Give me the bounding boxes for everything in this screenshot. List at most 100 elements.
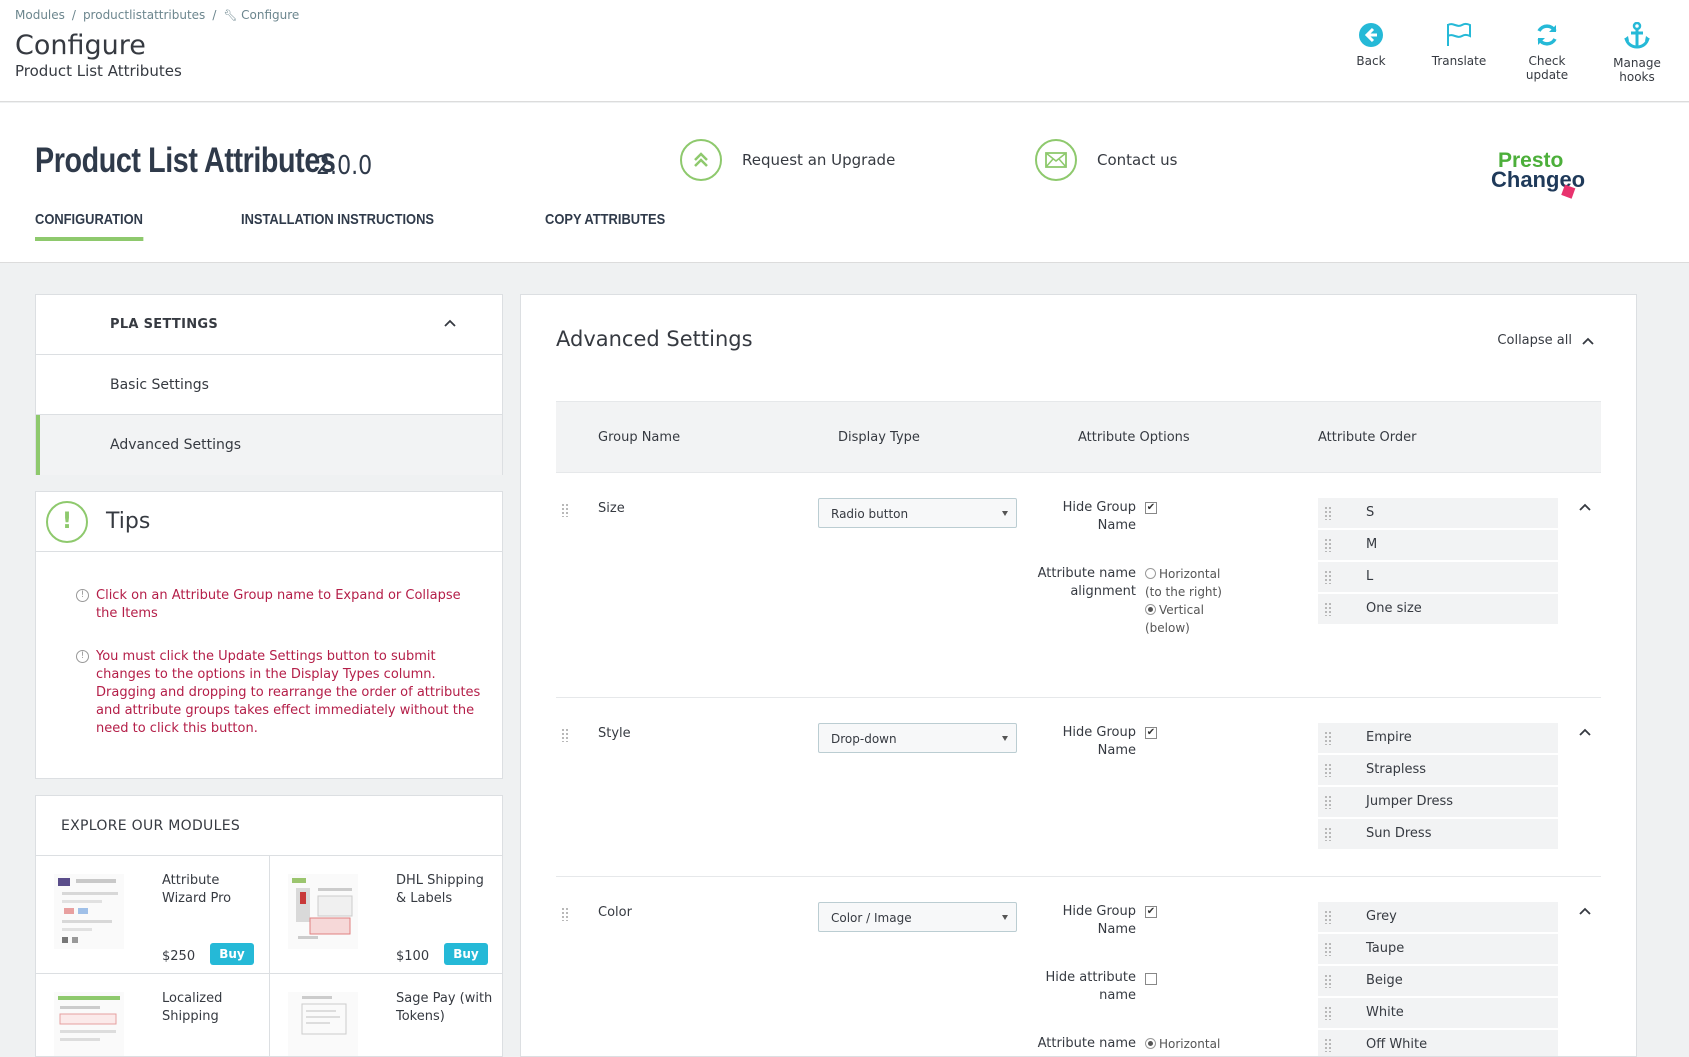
drag-handle-icon[interactable]	[1324, 910, 1332, 924]
collapse-all-button[interactable]: Collapse all	[1497, 333, 1594, 348]
drag-handle-icon[interactable]	[1324, 1006, 1332, 1020]
list-item[interactable]: M	[1318, 530, 1558, 560]
hide-group-name-label: Hide Group Name	[1062, 904, 1136, 937]
drag-handle-icon[interactable]	[1324, 1038, 1332, 1052]
page-title: Configure	[15, 30, 146, 61]
group-name[interactable]: Style	[598, 726, 631, 741]
breadcrumb-modules[interactable]: Modules	[15, 8, 65, 22]
sidebar-item-basic-settings[interactable]: Basic Settings	[36, 355, 502, 415]
attribute-label: Taupe	[1366, 941, 1405, 956]
module-tabs: CONFIGURATION INSTALLATION INSTRUCTIONS …	[35, 211, 765, 241]
attribute-label: L	[1366, 569, 1374, 584]
list-item[interactable]: L	[1318, 562, 1558, 592]
radio-icon	[1145, 1038, 1156, 1049]
attribute-label: S	[1366, 505, 1375, 520]
hide-group-name-checkbox[interactable]: ✔	[1145, 502, 1157, 514]
buy-button[interactable]: Buy	[444, 943, 488, 965]
list-item[interactable]: Off White	[1318, 1030, 1558, 1056]
drag-handle-icon[interactable]	[1324, 974, 1332, 988]
sidebar-item-advanced-settings[interactable]: Advanced Settings	[36, 415, 502, 475]
drag-handle-icon[interactable]	[1324, 602, 1332, 616]
module-card[interactable]: DHL Shipping & Labels $100 Buy	[270, 856, 502, 974]
attribute-label: Strapless	[1366, 762, 1427, 777]
vertical-radio[interactable]: Vertical	[1145, 601, 1235, 619]
display-type-select[interactable]: Drop-down	[818, 723, 1017, 753]
attribute-label: Off White	[1366, 1037, 1428, 1052]
breadcrumb-configure: Configure	[241, 8, 300, 22]
advanced-settings-panel: Advanced Settings Collapse all Group Nam…	[520, 294, 1637, 1057]
horizontal-label: Horizontal	[1159, 1037, 1221, 1051]
drag-handle-icon[interactable]	[1324, 795, 1332, 809]
module-price: $100	[396, 949, 430, 964]
chevron-up-icon[interactable]	[1579, 728, 1591, 736]
back-label: Back	[1356, 54, 1386, 68]
check-update-button[interactable]: Check update	[1507, 22, 1587, 84]
list-item[interactable]: Jumper Dress	[1318, 787, 1558, 817]
drag-handle-icon[interactable]	[1324, 570, 1332, 584]
tab-installation-instructions[interactable]: INSTALLATION INSTRUCTIONS	[241, 211, 434, 241]
list-item[interactable]: Beige	[1318, 966, 1558, 996]
display-type-select[interactable]: Color / Image	[818, 902, 1017, 932]
sidebar-item-label: Basic Settings	[110, 376, 209, 393]
list-item[interactable]: Taupe	[1318, 934, 1558, 964]
list-item[interactable]: S	[1318, 498, 1558, 528]
drag-handle-icon[interactable]	[1324, 731, 1332, 745]
chevron-up-icon[interactable]	[1579, 907, 1591, 915]
horizontal-radio[interactable]: Horizontal	[1145, 565, 1235, 583]
module-card[interactable]: Sage Pay (with Tokens)	[270, 974, 502, 1056]
hide-group-name-label: Hide Group Name	[1062, 500, 1136, 533]
manage-hooks-button[interactable]: Manage hooks	[1595, 22, 1679, 84]
module-card[interactable]: Attribute Wizard Pro $250 Buy	[36, 856, 270, 974]
module-thumbnail	[288, 874, 358, 949]
alignment-options: Horizontal	[1145, 1035, 1235, 1053]
pla-settings-header[interactable]: PLA SETTINGS	[36, 295, 502, 355]
chevron-up-icon	[1582, 337, 1594, 345]
list-item[interactable]: White	[1318, 998, 1558, 1028]
request-upgrade-label: Request an Upgrade	[742, 151, 896, 169]
contact-us-link[interactable]: Contact us	[1035, 139, 1177, 181]
drag-handle-icon[interactable]	[561, 907, 569, 921]
module-name: Attribute Wizard Pro	[162, 873, 232, 906]
request-upgrade-link[interactable]: Request an Upgrade	[680, 139, 895, 181]
hide-attribute-name-checkbox[interactable]	[1145, 973, 1157, 985]
translate-button[interactable]: Translate	[1419, 22, 1499, 84]
module-name: DHL Shipping & Labels	[396, 873, 484, 906]
group-name[interactable]: Size	[598, 501, 625, 516]
module-card[interactable]: Localized Shipping	[36, 974, 270, 1056]
display-type-select[interactable]: Radio button	[818, 498, 1017, 528]
module-price: $250	[162, 949, 196, 964]
attribute-label: White	[1366, 1005, 1404, 1020]
list-item[interactable]: Sun Dress	[1318, 819, 1558, 849]
drag-handle-icon[interactable]	[561, 503, 569, 517]
group-name[interactable]: Color	[598, 905, 632, 920]
hide-group-name-checkbox[interactable]: ✔	[1145, 727, 1157, 739]
collapse-all-label: Collapse all	[1497, 333, 1572, 348]
chevron-up-icon[interactable]	[1579, 503, 1591, 511]
horizontal-radio[interactable]: Horizontal	[1145, 1035, 1235, 1053]
breadcrumb-module[interactable]: productlistattributes	[83, 8, 205, 22]
back-button[interactable]: Back	[1331, 22, 1411, 84]
hide-group-name-checkbox[interactable]: ✔	[1145, 906, 1157, 918]
list-item[interactable]: Grey	[1318, 902, 1558, 932]
list-item[interactable]: One size	[1318, 594, 1558, 624]
drag-handle-icon[interactable]	[1324, 538, 1332, 552]
drag-handle-icon[interactable]	[1324, 827, 1332, 841]
drag-handle-icon[interactable]	[1324, 506, 1332, 520]
buy-button[interactable]: Buy	[210, 943, 254, 965]
pla-settings-title: PLA SETTINGS	[110, 317, 219, 332]
radio-icon	[1145, 568, 1156, 579]
table-row: Size Radio button Hide Group Name ✔ Attr…	[556, 473, 1601, 698]
tab-copy-attributes[interactable]: COPY ATTRIBUTES	[545, 211, 665, 241]
back-arrow-icon	[1359, 23, 1383, 47]
vertical-label: Vertical	[1159, 603, 1204, 617]
attribute-label: Jumper Dress	[1366, 794, 1454, 809]
drag-handle-icon[interactable]	[1324, 942, 1332, 956]
tab-configuration[interactable]: CONFIGURATION	[35, 211, 143, 241]
drag-handle-icon[interactable]	[1324, 763, 1332, 777]
attribute-label: One size	[1366, 601, 1422, 616]
info-icon: !	[76, 589, 89, 602]
drag-handle-icon[interactable]	[561, 728, 569, 742]
list-item[interactable]: Strapless	[1318, 755, 1558, 785]
list-item[interactable]: Empire	[1318, 723, 1558, 753]
module-name: Sage Pay (with Tokens)	[396, 991, 493, 1024]
